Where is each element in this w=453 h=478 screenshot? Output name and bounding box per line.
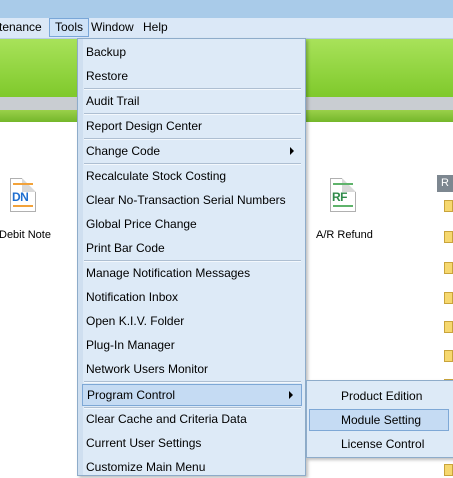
ar-refund-icon: RF — [330, 178, 356, 212]
menu-item-backup[interactable]: Backup — [82, 41, 302, 63]
menu-item-report-design-center[interactable]: Report Design Center — [82, 115, 302, 137]
submenu-arrow-icon — [289, 391, 293, 399]
menu-item-open-kiv-folder[interactable]: Open K.I.V. Folder — [82, 310, 302, 332]
menu-item-audit-trail[interactable]: Audit Trail — [82, 90, 302, 112]
ar-refund-label[interactable]: A/R Refund — [316, 229, 373, 241]
menu-item-manage-notification-messages[interactable]: Manage Notification Messages — [82, 262, 302, 284]
menu-maintenance[interactable]: tenance — [0, 19, 47, 36]
tools-dropdown-menu: Backup Restore Audit Trail Report Design… — [77, 38, 306, 476]
right-panel-header: R — [437, 175, 453, 192]
menu-item-plug-in-manager[interactable]: Plug-In Manager — [82, 334, 302, 356]
window-title-strip — [0, 0, 453, 18]
debit-note-shortcut[interactable]: DN — [10, 178, 36, 212]
ar-refund-shortcut[interactable]: RF — [330, 178, 356, 212]
menu-item-clear-no-transaction-serial-numbers[interactable]: Clear No-Transaction Serial Numbers — [82, 189, 302, 211]
folder-icon[interactable] — [444, 262, 453, 274]
folder-icon[interactable] — [444, 200, 453, 212]
menu-item-network-users-monitor[interactable]: Network Users Monitor — [82, 358, 302, 380]
menu-bar: tenance Tools Window Help — [0, 18, 453, 39]
menu-item-notification-inbox[interactable]: Notification Inbox — [82, 286, 302, 308]
menu-help[interactable]: Help — [138, 19, 173, 36]
menu-item-customize-main-menu[interactable]: Customize Main Menu — [82, 456, 302, 478]
folder-icon[interactable] — [444, 292, 453, 304]
menu-item-change-code[interactable]: Change Code — [82, 140, 302, 162]
submenu-item-license-control[interactable]: License Control — [309, 433, 449, 455]
menu-item-program-control[interactable]: Program Control — [82, 384, 302, 406]
menu-item-recalculate-stock-costing[interactable]: Recalculate Stock Costing — [82, 165, 302, 187]
menu-separator — [84, 381, 301, 383]
menu-tools[interactable]: Tools — [49, 18, 90, 37]
folder-icon[interactable] — [444, 321, 453, 333]
submenu-item-module-setting[interactable]: Module Setting — [309, 409, 449, 431]
submenu-item-product-edition[interactable]: Product Edition — [309, 385, 449, 407]
submenu-arrow-icon — [290, 147, 294, 155]
menu-item-program-control-label: Program Control — [87, 388, 176, 402]
menu-item-clear-cache-and-criteria-data[interactable]: Clear Cache and Criteria Data — [82, 408, 302, 430]
menu-window[interactable]: Window — [86, 19, 139, 36]
menu-item-change-code-label: Change Code — [86, 144, 161, 158]
program-control-submenu: Product Edition Module Setting License C… — [306, 380, 453, 458]
debit-note-label[interactable]: Debit Note — [0, 229, 51, 241]
menu-item-global-price-change[interactable]: Global Price Change — [82, 213, 302, 235]
folder-icon[interactable] — [444, 231, 453, 243]
folder-icon[interactable] — [444, 350, 453, 362]
menu-item-current-user-settings[interactable]: Current User Settings — [82, 432, 302, 454]
menu-item-print-bar-code[interactable]: Print Bar Code — [82, 237, 302, 259]
debit-note-icon: DN — [10, 178, 36, 212]
menu-item-restore[interactable]: Restore — [82, 65, 302, 87]
folder-icon[interactable] — [444, 464, 453, 476]
